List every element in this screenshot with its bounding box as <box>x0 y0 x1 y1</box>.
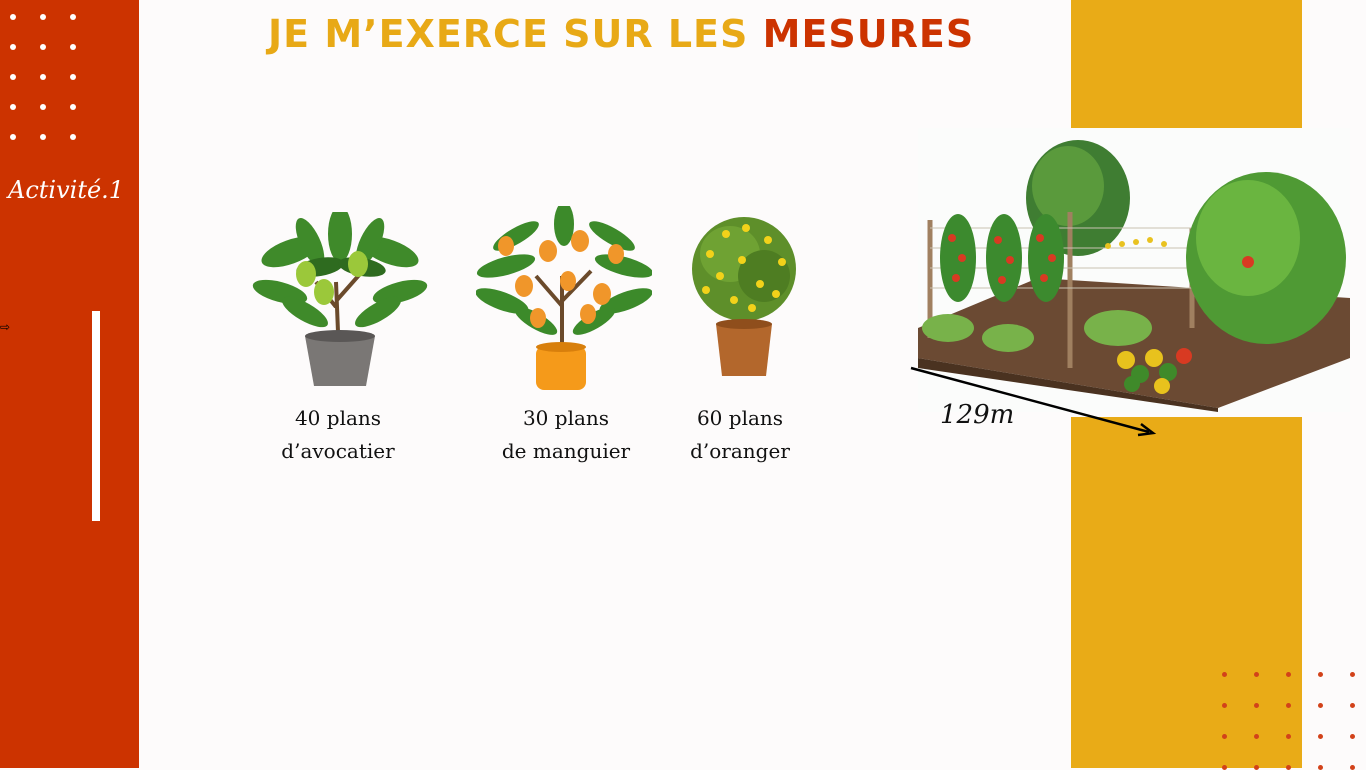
plant-name: d’oranger <box>690 439 790 463</box>
plant-count: 60 plans <box>696 406 784 430</box>
yellow-block-top <box>1071 0 1302 128</box>
plant-label-orange: 60 plans d’oranger <box>670 402 810 468</box>
activity-label: Activité.1 <box>8 176 125 204</box>
plant-name: de manguier <box>501 439 631 463</box>
cursor-icon: ⇨ <box>0 320 11 334</box>
title-part-yellow: Je m’exerce sur les <box>268 12 763 56</box>
garden-measure-label: 129m <box>940 400 1015 430</box>
plant-label-mango: 30 plans de manguier <box>486 402 646 468</box>
left-sidebar: Activité.1 <box>0 0 139 768</box>
orange-tree-icon <box>692 217 796 376</box>
yellow-block-bottom <box>1071 417 1302 768</box>
slide-title: Je m’exerce sur les mesures <box>268 12 974 56</box>
mango-tree-icon <box>476 206 652 390</box>
plant-count: 30 plans <box>522 406 610 430</box>
avocado-tree-icon <box>252 212 428 386</box>
plant-label-avocado: 40 plans d’avocatier <box>258 402 418 468</box>
plant-name: d’avocatier <box>281 439 395 463</box>
vertical-white-bar <box>92 311 100 521</box>
plant-count: 40 plans <box>294 406 382 430</box>
title-part-red: mesures <box>762 12 975 56</box>
